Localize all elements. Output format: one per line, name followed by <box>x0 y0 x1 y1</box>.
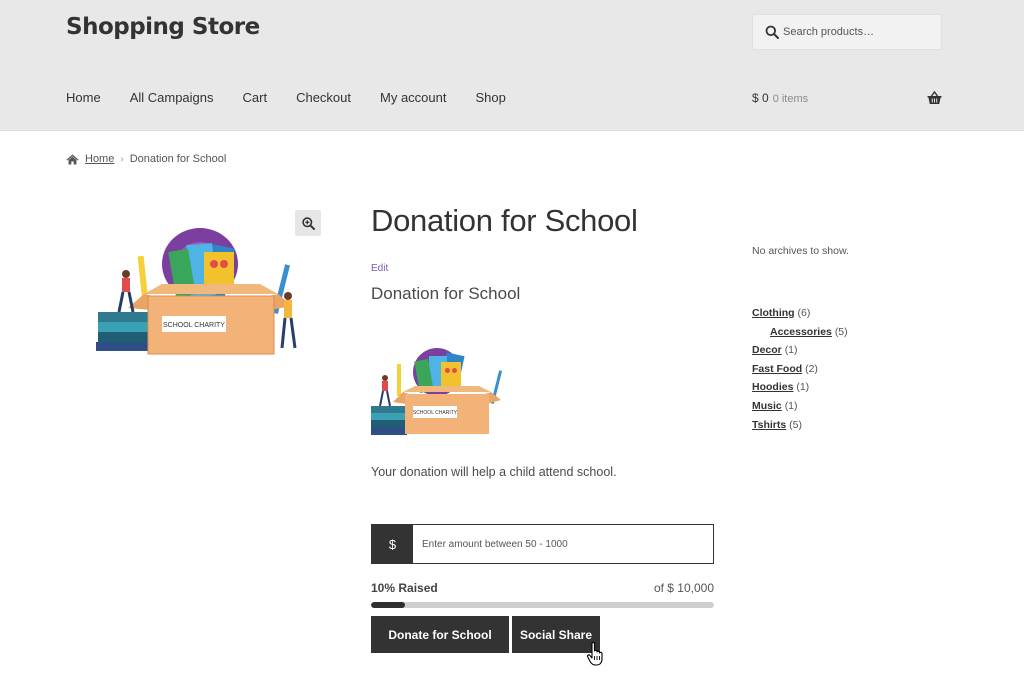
category-count: (2) <box>805 362 818 375</box>
donate-button[interactable]: Donate for School <box>371 616 509 653</box>
primary-nav: Home All Campaigns Cart Checkout My acco… <box>66 90 535 105</box>
product-title: Donation for School <box>371 203 638 238</box>
product-description: Your donation will help a child attend s… <box>371 465 617 479</box>
edit-link[interactable]: Edit <box>371 263 388 274</box>
cart-summary[interactable]: $ 00 items <box>752 91 808 105</box>
raised-percentage: 10% Raised <box>371 581 438 595</box>
nav-item-my-account[interactable]: My account <box>380 90 446 105</box>
category-item: Accessories (5) <box>752 325 848 344</box>
donation-amount-field: $ <box>371 524 714 564</box>
breadcrumb: Home › Donation for School <box>66 153 226 165</box>
site-header: Shopping Store Home All Campaigns Cart C… <box>0 0 1024 131</box>
breadcrumb-separator: › <box>120 153 124 165</box>
goal-amount: of $ 10,000 <box>653 581 714 595</box>
category-count: (1) <box>796 381 810 394</box>
category-count: (1) <box>784 344 798 357</box>
description-image: SCHOOL CHARITY <box>371 348 503 435</box>
site-title[interactable]: Shopping Store <box>66 14 260 40</box>
category-link-clothing[interactable]: Clothing <box>752 307 795 319</box>
nav-item-home[interactable]: Home <box>66 90 101 105</box>
category-link-decor[interactable]: Decor <box>752 344 782 356</box>
currency-symbol: $ <box>372 525 413 563</box>
category-count: (6) <box>797 307 811 319</box>
social-share-button[interactable]: Social Share <box>512 616 600 653</box>
category-item: Hoodies (1) <box>752 380 848 399</box>
basket-icon[interactable] <box>927 91 942 105</box>
category-count: (5) <box>789 418 802 431</box>
donation-progress-bar <box>371 602 714 608</box>
category-count: (1) <box>784 399 798 412</box>
category-link-fast-food[interactable]: Fast Food <box>752 363 802 375</box>
category-link-accessories[interactable]: Accessories <box>770 326 832 338</box>
donation-amount-input[interactable] <box>413 525 713 563</box>
search-box[interactable] <box>752 14 942 50</box>
category-item: Fast Food (2) <box>752 362 848 381</box>
product-image[interactable]: SCHOOL CHARITY <box>92 216 308 362</box>
category-item: Tshirts (5) <box>752 418 848 437</box>
home-icon <box>66 154 79 164</box>
nav-item-checkout[interactable]: Checkout <box>296 90 351 105</box>
search-input[interactable] <box>783 15 939 49</box>
breadcrumb-home-link[interactable]: Home <box>85 153 114 165</box>
category-item: Music (1) <box>752 399 848 418</box>
campaign-subtitle: Donation for School <box>371 284 521 303</box>
search-icon <box>765 25 779 39</box>
nav-item-shop[interactable]: Shop <box>475 90 505 105</box>
nav-item-cart[interactable]: Cart <box>243 90 268 105</box>
nav-item-all-campaigns[interactable]: All Campaigns <box>130 90 214 105</box>
cart-count: 0 items <box>772 93 809 105</box>
cart-total: $ 0 <box>752 91 769 105</box>
category-count: (5) <box>834 325 848 338</box>
breadcrumb-current: Donation for School <box>129 153 227 165</box>
category-link-tshirts[interactable]: Tshirts <box>752 419 786 431</box>
box-label: SCHOOL CHARITY <box>163 322 225 329</box>
category-link-hoodies[interactable]: Hoodies <box>752 381 793 393</box>
zoom-button[interactable] <box>295 210 321 236</box>
product-categories-list: Clothing (6) Accessories (5) Decor (1) F… <box>752 306 848 436</box>
zoom-in-icon <box>301 216 315 230</box>
category-item: Clothing (6) <box>752 306 848 325</box>
category-item: Decor (1) <box>752 343 848 362</box>
category-link-music[interactable]: Music <box>752 400 782 412</box>
progress-fill <box>371 602 406 608</box>
description-box-label: SCHOOL CHARITY <box>413 410 458 416</box>
archives-empty-text: No archives to show. <box>752 245 849 257</box>
